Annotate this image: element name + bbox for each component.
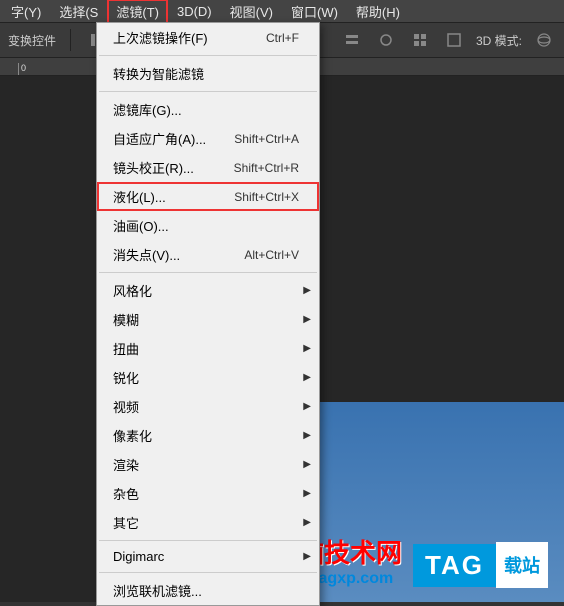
menu-item-label: 转换为智能滤镜 [113,64,204,83]
menu-last-filter[interactable]: 上次滤镜操作(F) Ctrl+F [97,23,319,52]
menu-item-label: 视频 [113,397,139,416]
toolbar-separator [70,29,71,51]
menu-other[interactable]: 其它 ▶ [97,508,319,537]
menu-item-label: 像素化 [113,426,152,445]
menu-view[interactable]: 视图(V) [221,0,282,24]
menu-item-label: 镜头校正(R)... [113,158,194,177]
menubar: 字(Y) 选择(S 滤镜(T) 3D(D) 视图(V) 窗口(W) 帮助(H) [0,0,564,22]
chevron-right-icon: ▶ [303,314,311,325]
menu-window[interactable]: 窗口(W) [282,0,347,24]
menu-help[interactable]: 帮助(H) [347,0,409,24]
menu-separator [99,91,317,92]
toolbar-icon-4[interactable] [442,28,466,52]
menu-pixelate[interactable]: 像素化 ▶ [97,421,319,450]
toolbar-icon-3[interactable] [408,28,432,52]
menu-item-label: 渲染 [113,455,139,474]
menu-shortcut: Ctrl+F [266,31,299,45]
menu-item-label: 风格化 [113,281,152,300]
menu-shortcut: Shift+Ctrl+X [234,190,299,204]
menu-item-label: 液化(L)... [113,187,166,206]
chevron-right-icon: ▶ [303,343,311,354]
menu-convert-smart-filter[interactable]: 转换为智能滤镜 [97,59,319,88]
tag-text: TAG [413,544,496,587]
tag-suffix: 载站 [496,542,548,588]
menu-stylize[interactable]: 风格化 ▶ [97,276,319,305]
ruler-tick: 0 [18,63,90,75]
chevron-right-icon: ▶ [303,430,311,441]
menu-filter[interactable]: 滤镜(T) [107,0,168,24]
menu-item-label: 消失点(V)... [113,245,180,264]
menu-item-label: 扭曲 [113,339,139,358]
menu-separator [99,55,317,56]
menu-3d[interactable]: 3D(D) [168,1,221,22]
mode3d-label: 3D 模式: [476,32,522,49]
menu-item-label: 其它 [113,513,139,532]
menu-item-label: 自适应广角(A)... [113,129,206,148]
chevron-right-icon: ▶ [303,459,311,470]
filter-menu-dropdown: 上次滤镜操作(F) Ctrl+F 转换为智能滤镜 滤镜库(G)... 自适应广角… [96,22,320,606]
menu-item-label: 油画(O)... [113,216,169,235]
menu-separator [99,272,317,273]
menu-vanishing-point[interactable]: 消失点(V)... Alt+Ctrl+V [97,240,319,269]
menu-item-label: 锐化 [113,368,139,387]
menu-blur[interactable]: 模糊 ▶ [97,305,319,334]
chevron-right-icon: ▶ [303,551,311,562]
orbit-icon[interactable] [532,28,556,52]
menu-item-label: 杂色 [113,484,139,503]
menu-shortcut: Shift+Ctrl+A [234,132,299,146]
menu-shortcut: Alt+Ctrl+V [244,248,299,262]
chevron-right-icon: ▶ [303,372,311,383]
menu-item-label: 上次滤镜操作(F) [113,28,208,47]
menu-item-label: 滤镜库(G)... [113,100,182,119]
menu-item-label: 模糊 [113,310,139,329]
menu-video[interactable]: 视频 ▶ [97,392,319,421]
menu-adaptive-wide-angle[interactable]: 自适应广角(A)... Shift+Ctrl+A [97,124,319,153]
menu-oil-paint[interactable]: 油画(O)... [97,211,319,240]
tag-badge: TAG 载站 [413,542,548,588]
menu-shortcut: Shift+Ctrl+R [234,161,299,175]
chevron-right-icon: ▶ [303,401,311,412]
chevron-right-icon: ▶ [303,517,311,528]
menu-select[interactable]: 选择(S [50,0,107,24]
menu-digimarc[interactable]: Digimarc ▶ [97,544,319,569]
menu-separator [99,572,317,573]
menu-item-label: Digimarc [113,549,164,564]
menu-item-label: 浏览联机滤镜... [113,581,202,600]
chevron-right-icon: ▶ [303,285,311,296]
transform-controls-label: 变换控件 [8,32,56,49]
menu-text[interactable]: 字(Y) [2,0,50,24]
menu-render[interactable]: 渲染 ▶ [97,450,319,479]
menu-sharpen[interactable]: 锐化 ▶ [97,363,319,392]
menu-filter-gallery[interactable]: 滤镜库(G)... [97,95,319,124]
menu-liquify[interactable]: 液化(L)... Shift+Ctrl+X [97,182,319,211]
toolbar-icon-1[interactable] [340,28,364,52]
toolbar-icon-2[interactable] [374,28,398,52]
menu-browse-online-filters[interactable]: 浏览联机滤镜... [97,576,319,605]
menu-separator [99,540,317,541]
menu-lens-correction[interactable]: 镜头校正(R)... Shift+Ctrl+R [97,153,319,182]
chevron-right-icon: ▶ [303,488,311,499]
menu-noise[interactable]: 杂色 ▶ [97,479,319,508]
menu-distort[interactable]: 扭曲 ▶ [97,334,319,363]
